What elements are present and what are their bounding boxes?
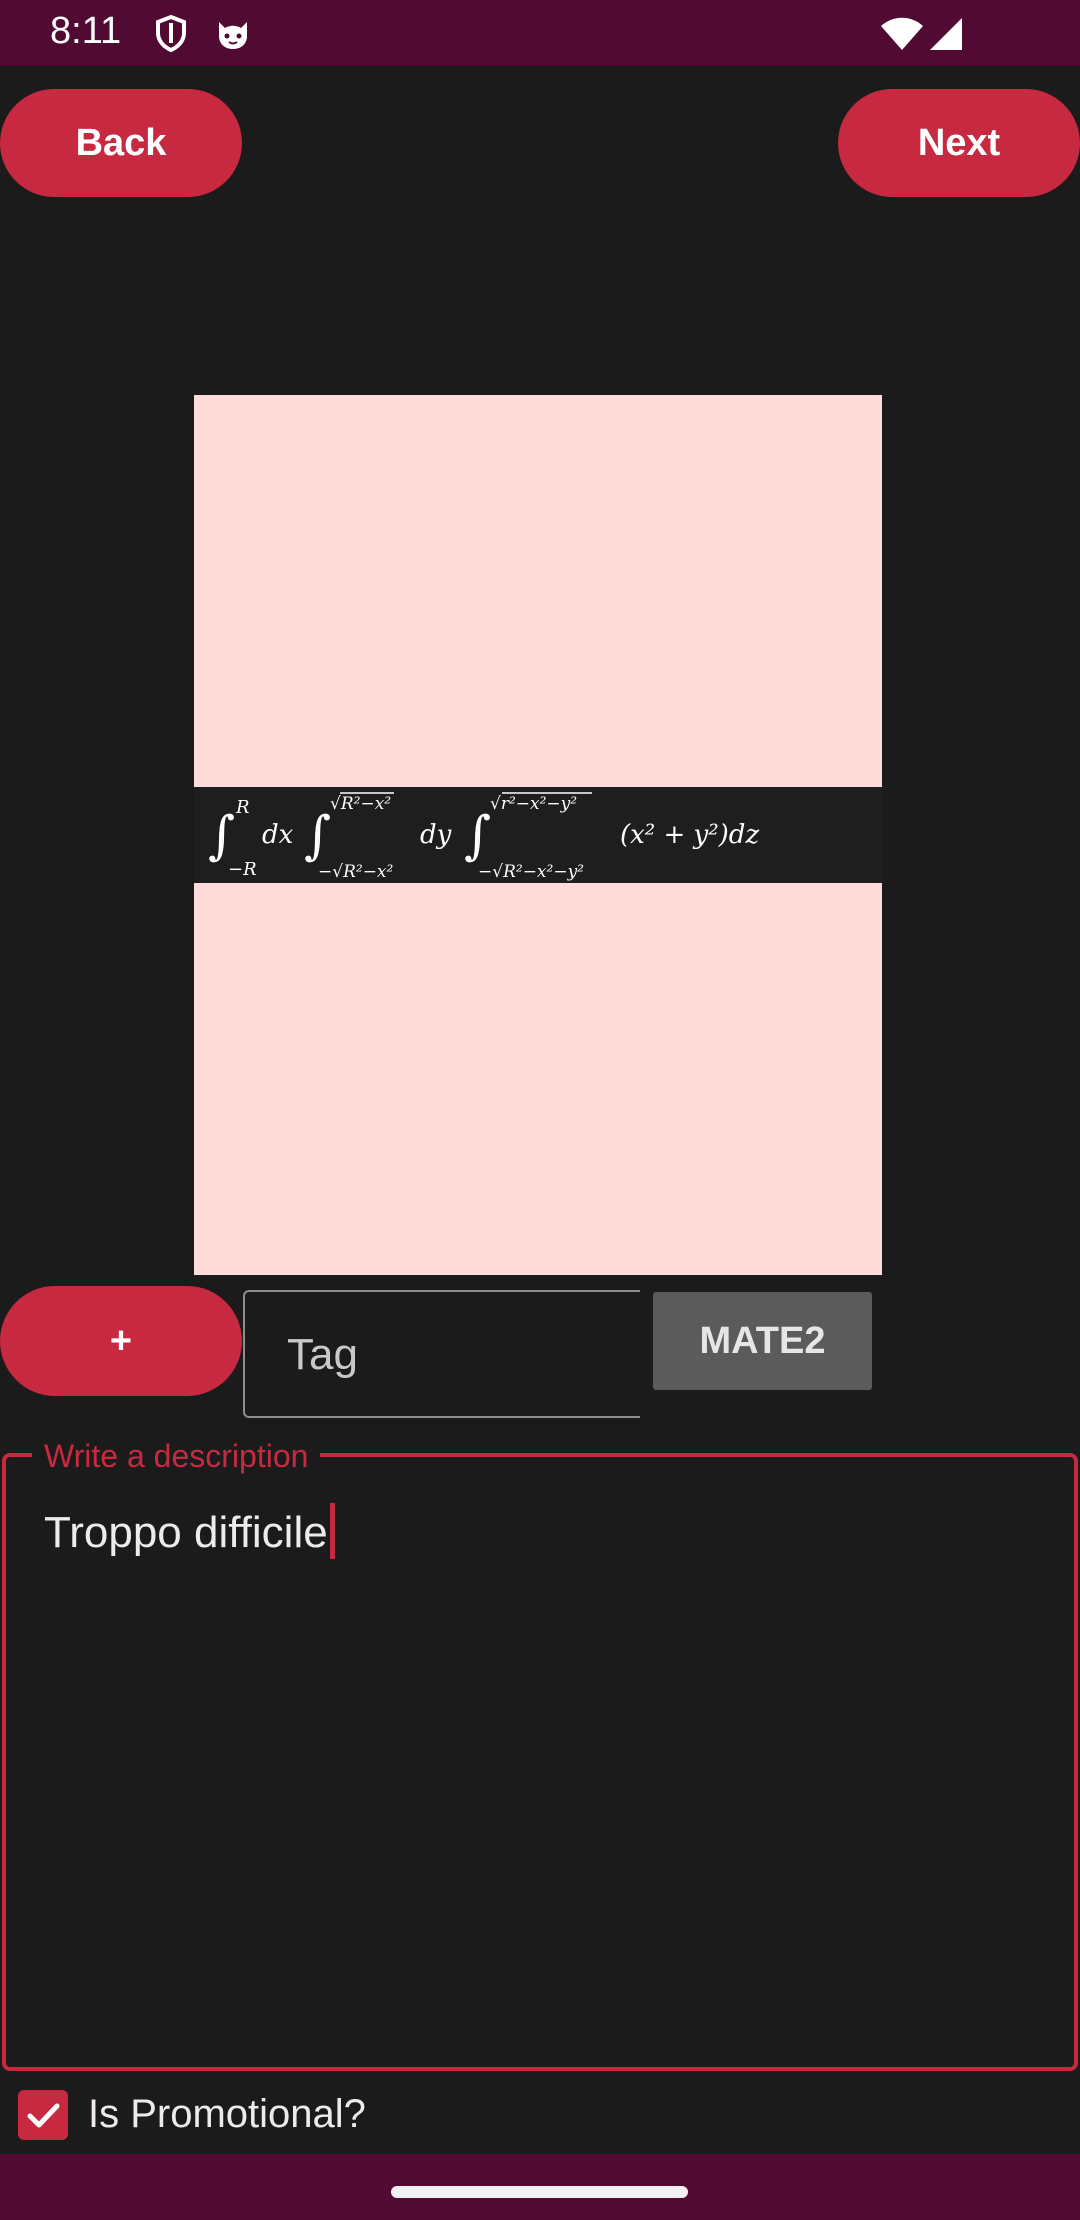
tag-input[interactable]: Tag bbox=[243, 1290, 640, 1418]
tag-input-placeholder: Tag bbox=[287, 1330, 358, 1379]
wifi-icon bbox=[880, 16, 924, 57]
tag-chip[interactable]: MATE2 bbox=[653, 1292, 872, 1390]
promotional-checkbox[interactable] bbox=[18, 2090, 68, 2140]
svg-text:−√R²−x²: −√R²−x² bbox=[318, 862, 394, 882]
status-bar: 8:11 bbox=[0, 0, 1080, 66]
status-time: 8:11 bbox=[50, 10, 122, 52]
promotional-label: Is Promotional? bbox=[88, 2092, 366, 2136]
add-tag-button[interactable]: + bbox=[0, 1286, 242, 1396]
svg-text:∫: ∫ bbox=[464, 806, 491, 866]
text-cursor bbox=[329, 1503, 335, 1559]
description-text: Troppo difficile bbox=[44, 1508, 328, 1557]
signal-icon bbox=[928, 16, 964, 57]
svg-text:−R: −R bbox=[228, 859, 257, 880]
formula-image: ∫ R −R dx ∫ √R²−x² −√R²−x² dy ∫ √r²−x²−y… bbox=[194, 787, 882, 883]
svg-text:√r²−x²−y²: √r²−x²−y² bbox=[490, 794, 577, 814]
check-icon bbox=[27, 2103, 60, 2128]
svg-text:(x² + y²)dz: (x² + y²)dz bbox=[620, 820, 759, 850]
svg-text:dy: dy bbox=[420, 820, 452, 850]
description-value[interactable]: Troppo difficile bbox=[44, 1503, 335, 1559]
svg-text:R: R bbox=[235, 797, 250, 818]
svg-text:−√R²−x²−y²: −√R²−x²−y² bbox=[478, 862, 584, 882]
cat-face-icon bbox=[214, 14, 252, 57]
svg-text:∫: ∫ bbox=[208, 806, 235, 866]
svg-text:√R²−x²: √R²−x² bbox=[330, 794, 391, 814]
home-handle[interactable] bbox=[391, 2186, 688, 2198]
shield-icon bbox=[154, 14, 188, 57]
next-button[interactable]: Next bbox=[838, 89, 1080, 197]
back-button[interactable]: Back bbox=[0, 89, 242, 197]
image-preview: ∫ R −R dx ∫ √R²−x² −√R²−x² dy ∫ √r²−x²−y… bbox=[194, 395, 882, 1275]
svg-text:dx: dx bbox=[262, 820, 294, 850]
description-label: Write a description bbox=[32, 1438, 321, 1475]
svg-text:∫: ∫ bbox=[304, 806, 331, 866]
